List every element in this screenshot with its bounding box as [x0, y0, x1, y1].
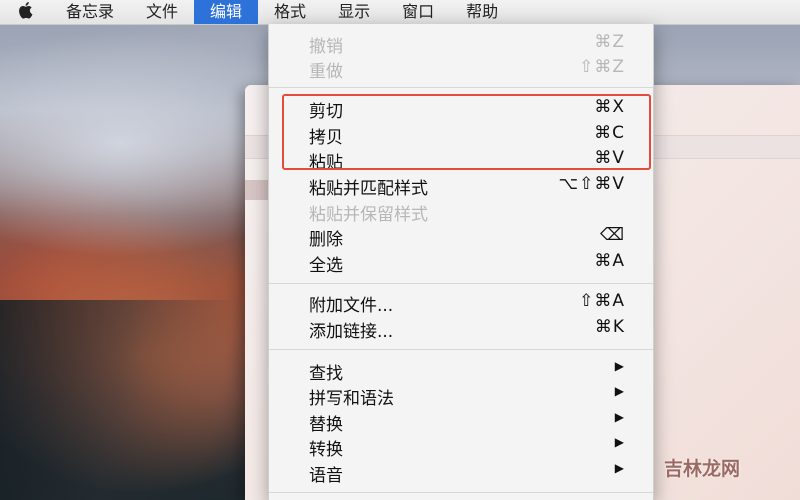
menu-item-redo: 重做 ⇧⌘Z — [269, 55, 653, 82]
menu-item-paste-match-style[interactable]: 粘贴并匹配样式 ⌥⇧⌘V — [269, 172, 653, 199]
menu-item-delete[interactable]: 删除 ⌫ — [269, 223, 653, 250]
menu-item-label: 查找 — [309, 364, 343, 384]
menu-item-label: 粘贴并匹配样式 — [309, 179, 428, 199]
watermark-text: 吉林龙网 — [664, 458, 741, 480]
menu-separator — [269, 87, 653, 88]
menu-item-label: 替换 — [309, 415, 343, 435]
apple-logo-icon — [19, 1, 33, 19]
submenu-arrow-icon: ▶ — [614, 435, 625, 449]
menu-help[interactable]: 帮助 — [450, 0, 514, 24]
menu-separator — [269, 492, 653, 493]
menu-item-find[interactable]: 查找 ▶ — [269, 357, 653, 384]
menu-item-shortcut: ⌘Z — [594, 32, 625, 52]
submenu-arrow-icon: ▶ — [614, 461, 625, 475]
submenu-arrow-icon: ▶ — [614, 359, 625, 373]
menu-item-paste-retain-style: 粘贴并保留样式 — [269, 198, 653, 225]
menu-item-speech[interactable]: 语音 ▶ — [269, 459, 653, 486]
menu-item-transformations[interactable]: 转换 ▶ — [269, 433, 653, 460]
menu-edit[interactable]: 编辑 — [194, 0, 259, 24]
menu-format[interactable]: 格式 — [258, 0, 322, 24]
menu-item-spelling-grammar[interactable]: 拼写和语法 ▶ — [269, 382, 653, 409]
wallpaper-shade — [0, 300, 260, 500]
menu-item-substitutions[interactable]: 替换 ▶ — [269, 408, 653, 435]
menu-file[interactable]: 文件 — [130, 0, 194, 24]
apple-menu-icon[interactable] — [0, 1, 50, 24]
menu-item-undo: 撤销 ⌘Z — [269, 30, 653, 57]
menu-window[interactable]: 窗口 — [386, 0, 450, 24]
highlight-annotation-box — [282, 94, 651, 170]
menu-item-shortcut: ⇧⌘A — [579, 291, 625, 311]
delete-key-icon: ⌫ — [599, 225, 625, 245]
menu-item-label: 撤销 — [309, 37, 343, 57]
menu-item-label: 转换 — [309, 440, 343, 460]
menu-separator — [269, 349, 653, 350]
menu-separator — [269, 283, 653, 284]
menu-item-attach-file[interactable]: 附加文件... ⇧⌘A — [269, 289, 653, 316]
menu-item-label: 语音 — [309, 466, 343, 486]
submenu-arrow-icon: ▶ — [614, 410, 625, 424]
menu-item-label: 全选 — [309, 256, 343, 276]
menu-item-label: 重做 — [309, 62, 343, 82]
menu-item-select-all[interactable]: 全选 ⌘A — [269, 249, 653, 276]
menu-item-label: 删除 — [309, 230, 343, 250]
menu-item-shortcut: ⇧⌘Z — [579, 57, 625, 77]
menu-item-label: 添加链接... — [309, 322, 394, 342]
menu-item-add-link[interactable]: 添加链接... ⌘K — [269, 315, 653, 342]
menu-item-shortcut: ⌘K — [594, 317, 625, 337]
menu-bar: 备忘录 文件 编辑 格式 显示 窗口 帮助 — [0, 0, 800, 25]
menu-item-label: 附加文件... — [309, 296, 394, 316]
menu-item-label: 粘贴并保留样式 — [309, 205, 428, 225]
menu-item-shortcut: ⌘A — [594, 251, 625, 271]
menu-view[interactable]: 显示 — [322, 0, 386, 24]
menu-item-label: 拼写和语法 — [309, 389, 394, 409]
submenu-arrow-icon: ▶ — [614, 384, 625, 398]
menu-item-shortcut: ⌥⇧⌘V — [558, 174, 625, 194]
menu-notes[interactable]: 备忘录 — [50, 0, 130, 24]
